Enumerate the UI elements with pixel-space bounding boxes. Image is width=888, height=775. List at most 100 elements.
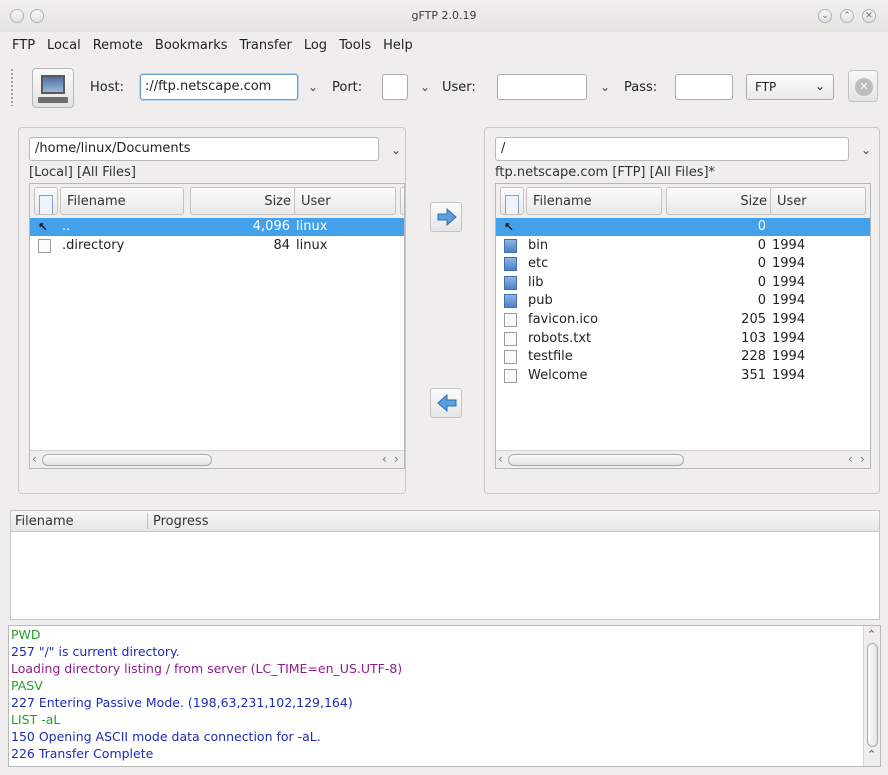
log-panel[interactable]: PWD 257 "/" is current directory. Loading … [8,625,881,767]
parent-dir-icon: ↖ [38,220,49,234]
title-bar: gFTP 2.0.19 ⌄ ⌃ ✕ [0,0,888,32]
remote-row[interactable]: bin 0 1994 [496,237,870,255]
file-icon [504,368,517,383]
log-line: Loading directory listing / from server … [11,661,403,676]
local-row[interactable]: .directory 84 linux [30,237,404,255]
local-type-header[interactable] [34,187,58,215]
user-dropdown-icon[interactable]: ⌄ [600,80,610,94]
user-input[interactable] [497,74,587,100]
local-row[interactable]: ↖.. 4,096 linux [30,218,404,236]
scroll-right-icon[interactable]: › [860,452,865,466]
local-filename-header[interactable]: Filename [60,187,184,215]
maximize-icon[interactable]: ⌃ [840,9,854,23]
local-path-dropdown-icon[interactable]: ⌄ [391,143,401,157]
local-user-header[interactable]: User [294,187,396,215]
upload-button[interactable] [430,202,462,232]
log-vscroll-thumb[interactable] [867,643,878,747]
remote-path-input[interactable]: / [495,137,849,161]
remote-row[interactable]: testfile 228 1994 [496,348,870,366]
remote-file-list[interactable]: Filename Size User ↖ 0 bin 0 1994 etc 0 1994 lib… [495,183,871,469]
remote-filename-header[interactable]: Filename [526,187,662,215]
log-line: PWD [11,627,41,642]
log-line: 226 Transfer Complete [11,746,154,761]
log-line: LIST -aL [11,712,61,727]
remote-path-dropdown-icon[interactable]: ⌄ [861,143,871,157]
user-label: User: [442,80,476,95]
host-dropdown-icon[interactable]: ⌄ [308,80,318,94]
remote-row-name: robots.txt [528,330,592,346]
connection-toolbar: Host: ://ftp.netscape.com ⌄ Port: ⌄ User… [10,62,880,112]
scroll-left-icon[interactable]: ‹ [848,452,853,466]
remote-row[interactable]: etc 0 1994 [496,255,870,273]
remote-row-size: 351 [741,367,766,383]
port-dropdown-icon[interactable]: ⌄ [420,80,430,94]
menu-transfer[interactable]: Transfer [240,38,292,53]
transfer-queue-list[interactable] [10,532,880,620]
menu-log[interactable]: Log [304,38,327,53]
computer-icon [41,75,65,94]
scroll-right-icon[interactable]: › [394,452,399,466]
remote-row-user: 1994 [772,367,806,383]
local-file-list[interactable]: Filename Size User ↖.. 4,096 linux .directo… [29,183,405,469]
remote-row[interactable]: favicon.ico 205 1994 [496,311,870,329]
folder-icon [504,257,517,272]
local-size-header[interactable]: Size [190,187,298,215]
remote-row-name: bin [528,237,549,253]
queue-progress-header[interactable]: Progress [153,514,208,529]
remote-row-size: 0 [757,256,766,272]
host-input[interactable]: ://ftp.netscape.com [140,74,298,100]
remote-hscroll-thumb[interactable] [508,454,684,466]
port-label: Port: [332,80,363,95]
menu-ftp[interactable]: FTP [12,38,35,53]
port-input[interactable] [382,74,408,100]
remote-row-user: 1994 [772,312,806,327]
local-hscroll-thumb[interactable] [42,454,212,466]
protocol-select[interactable]: FTP ⌄ [746,74,834,100]
menu-local[interactable]: Local [47,38,81,53]
menu-tools[interactable]: Tools [339,38,371,53]
remote-row[interactable]: pub 0 1994 [496,292,870,310]
folder-icon [504,294,517,309]
remote-row-name: lib [528,274,544,290]
minimize-icon[interactable]: ⌄ [818,9,832,23]
pass-input[interactable] [675,74,733,100]
remote-hscrollbar[interactable]: ‹ ‹ › [496,450,870,468]
log-vscrollbar[interactable]: ⌃ ⌃ [863,626,880,766]
remote-row[interactable]: Welcome 351 1994 [496,367,870,385]
scroll-up-icon[interactable]: ⌃ [867,748,876,761]
window-title: gFTP 2.0.19 [411,9,477,22]
remote-row[interactable]: ↖ 0 [496,218,870,236]
connect-button[interactable] [32,68,74,108]
menu-remote[interactable]: Remote [93,38,143,53]
remote-type-header[interactable] [500,187,524,215]
toolbar-grip[interactable] [10,68,14,106]
queue-filename-header[interactable]: Filename [15,514,74,529]
remote-size-header[interactable]: Size [666,187,774,215]
arrow-right-icon [437,207,457,227]
remote-info: ftp.netscape.com [FTP] [All Files]* [495,165,716,180]
file-type-icon [505,195,519,214]
scroll-left-icon[interactable]: ‹ [382,452,387,466]
remote-row-name: Welcome [528,367,588,383]
remote-row-size: 0 [757,274,766,290]
menu-bookmarks[interactable]: Bookmarks [155,38,228,53]
remote-row-user: 1994 [772,293,806,309]
local-hscrollbar[interactable]: ‹ ‹ › [30,450,404,468]
pass-label: Pass: [624,80,658,95]
remote-row[interactable]: robots.txt 103 1994 [496,330,870,348]
download-button[interactable] [430,388,462,418]
scroll-up-icon[interactable]: ⌃ [867,628,876,641]
remote-row[interactable]: lib 0 1994 [496,274,870,292]
scroll-left-icon[interactable]: ‹ [498,452,503,466]
scroll-left-icon[interactable]: ‹ [32,452,37,466]
stop-button[interactable]: ✕ [848,70,878,102]
remote-user-header[interactable]: User [770,187,866,215]
menu-bar: FTP Local Remote Bookmarks Transfer Log … [0,32,888,58]
remote-row-size: 0 [757,237,766,253]
local-pane: /home/linux/Documents ⌄ [Local] [All Fil… [18,127,406,494]
log-line: 227 Entering Passive Mode. (198,63,231,1… [11,695,353,710]
local-row-size: 4,096 [252,219,290,234]
local-path-input[interactable]: /home/linux/Documents [29,137,379,161]
close-icon[interactable]: ✕ [862,9,876,23]
menu-help[interactable]: Help [383,38,413,53]
